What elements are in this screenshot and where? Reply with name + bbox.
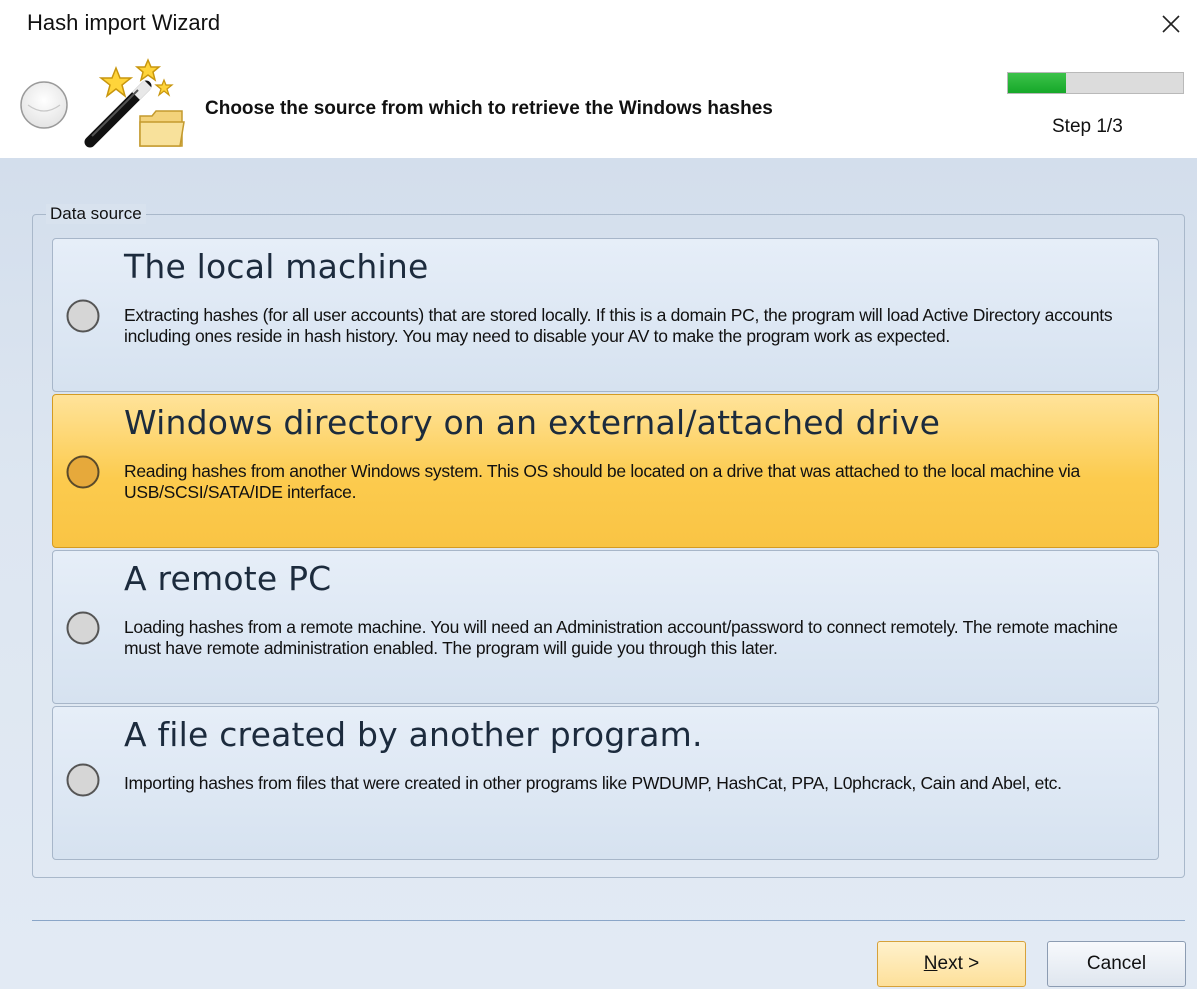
option-local-machine[interactable]: The local machine Extracting hashes (for… [52, 238, 1159, 392]
option-title: A file created by another program. [124, 715, 703, 754]
radio-button-icon[interactable] [66, 455, 100, 489]
wizard-instruction: Choose the source from which to retrieve… [205, 98, 773, 119]
cancel-button-label: Cancel [1086, 953, 1147, 974]
close-icon [1162, 15, 1180, 33]
option-title: A remote PC [124, 559, 332, 598]
magic-wand-folder-icon [84, 58, 185, 148]
footer-separator [32, 920, 1185, 921]
option-external-drive[interactable]: Windows directory on an external/attache… [52, 394, 1159, 548]
wizard-body: Data source The local machine Extracting… [0, 158, 1197, 989]
option-external-file[interactable]: A file created by another program. Impor… [52, 706, 1159, 860]
group-legend: Data source [46, 204, 146, 224]
radio-button-icon[interactable] [66, 763, 100, 797]
step-label: Step 1/3 [1052, 116, 1123, 137]
radio-button-icon[interactable] [66, 299, 100, 333]
wizard-header: Choose the source from which to retrieve… [0, 52, 1197, 158]
option-description: Loading hashes from a remote machine. Yo… [124, 617, 1118, 658]
step-progress-bar [1007, 72, 1184, 94]
title-bar: Hash import Wizard [0, 0, 1197, 52]
radio-button-icon[interactable] [66, 611, 100, 645]
hash-import-wizard-window: Hash import Wizard Choose the source fro… [0, 0, 1197, 989]
option-remote-pc[interactable]: A remote PC Loading hashes from a remote… [52, 550, 1159, 704]
option-description: Extracting hashes (for all user accounts… [124, 305, 1113, 346]
option-title: Windows directory on an external/attache… [124, 403, 941, 442]
option-description: Reading hashes from another Windows syst… [124, 461, 1080, 502]
next-button-label: Next > [923, 953, 980, 974]
option-description: Importing hashes from files that were cr… [124, 773, 1062, 793]
circle-icon [20, 81, 68, 129]
option-title: The local machine [124, 247, 429, 286]
step-progress-fill [1008, 73, 1066, 93]
next-button[interactable]: Next > [877, 941, 1026, 987]
close-button[interactable] [1145, 0, 1197, 48]
window-title: Hash import Wizard [27, 10, 221, 35]
cancel-button[interactable]: Cancel [1047, 941, 1186, 987]
